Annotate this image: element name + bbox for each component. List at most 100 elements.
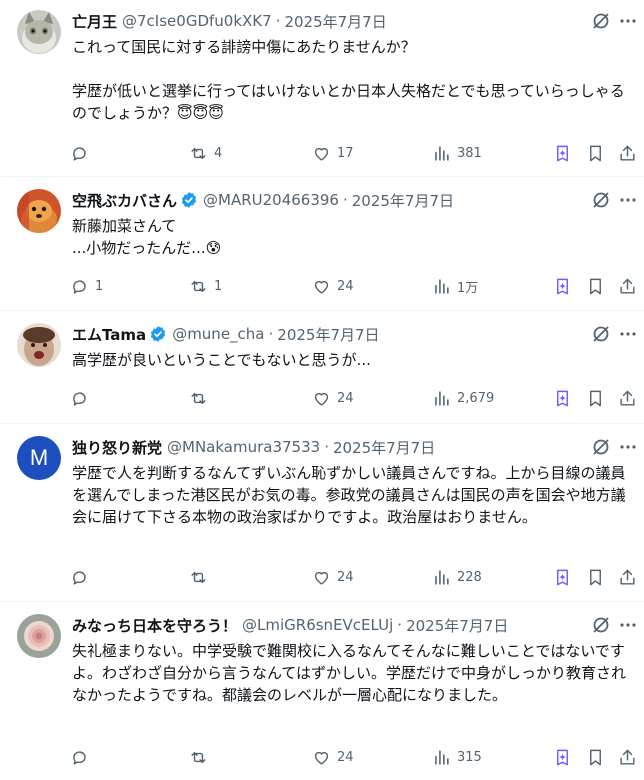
author-name[interactable]: 独り怒り新党 <box>72 437 162 458</box>
reply-button[interactable] <box>70 141 95 165</box>
like-button[interactable]: 24 <box>312 565 354 589</box>
grok-explain-button[interactable] <box>553 565 572 589</box>
post-date[interactable]: 2025年7月7日 <box>352 190 454 211</box>
separator-dot: · <box>275 12 281 30</box>
repost-icon <box>191 571 206 583</box>
post-date[interactable]: 2025年7月7日 <box>333 437 435 458</box>
bookmark-button[interactable] <box>586 141 605 165</box>
grok-explain-button[interactable] <box>553 745 572 769</box>
share-icon <box>620 390 635 406</box>
heart-icon <box>314 147 329 161</box>
repost-button[interactable] <box>189 745 214 769</box>
author-name[interactable]: 空飛ぶカバさん <box>72 190 177 211</box>
author-handle[interactable]: @mune_cha <box>172 325 264 343</box>
views-button[interactable]: 228 <box>432 565 482 589</box>
dog-avatar[interactable] <box>17 189 61 233</box>
letter-avatar[interactable]: M <box>17 436 61 480</box>
views-button[interactable]: 315 <box>432 745 482 769</box>
post-header: 空飛ぶカバさん @MARU20466396 · 2025年7月7日 <box>72 189 584 211</box>
like-button[interactable]: 24 <box>312 745 354 769</box>
share-button[interactable] <box>618 386 637 410</box>
post-text: これって国民に対する誹謗中傷にあたりませんか？ 学歴が低いと選挙に行ってはいけな… <box>72 38 625 122</box>
like-button[interactable]: 24 <box>312 386 354 410</box>
author-name[interactable]: みなっち日本を守ろう！ <box>72 615 237 636</box>
post[interactable]: みなっち日本を守ろう！ @LmiGR6snEVcELUj · 2025年7月7日… <box>0 602 644 780</box>
share-button[interactable] <box>618 274 637 298</box>
verified-badge-icon[interactable] <box>180 191 198 209</box>
share-icon <box>620 749 635 765</box>
reply-button[interactable] <box>70 386 95 410</box>
post[interactable]: M 独り怒り新党 @MNakamura37533 · 2025年7月7日 学歴で… <box>0 424 644 602</box>
reply-icon <box>73 391 86 406</box>
author-handle[interactable]: @MARU20466396 <box>203 191 339 209</box>
share-button[interactable] <box>618 745 637 769</box>
heart-icon <box>314 392 329 406</box>
view-count: 228 <box>457 569 482 585</box>
grok-icon[interactable] <box>591 615 611 635</box>
post-date[interactable]: 2025年7月7日 <box>284 11 386 32</box>
more-options-icon[interactable] <box>618 437 638 457</box>
reply-button[interactable] <box>70 565 95 589</box>
grok-explain-icon <box>557 278 568 294</box>
post-date[interactable]: 2025年7月7日 <box>406 615 508 636</box>
post[interactable]: 空飛ぶカバさん @MARU20466396 · 2025年7月7日 新藤加菜さん… <box>0 177 644 311</box>
separator-dot: · <box>342 191 348 209</box>
bookmark-icon <box>590 390 601 406</box>
bookmark-button[interactable] <box>586 274 605 298</box>
bookmark-button[interactable] <box>586 565 605 589</box>
repost-button[interactable] <box>189 565 214 589</box>
cat-avatar[interactable] <box>17 10 61 54</box>
more-options-icon[interactable] <box>618 190 638 210</box>
reply-icon <box>73 146 86 161</box>
author-handle[interactable]: @LmiGR6snEVcELUj <box>242 616 393 634</box>
face-avatar[interactable] <box>17 323 61 367</box>
like-button[interactable]: 24 <box>312 274 354 298</box>
views-button[interactable]: 1万 <box>432 274 478 298</box>
like-count: 24 <box>337 569 354 585</box>
author-name[interactable]: エムTama <box>72 324 146 345</box>
grok-explain-button[interactable] <box>553 141 572 165</box>
grok-icon[interactable] <box>591 324 611 344</box>
action-bar: 24 315 <box>70 745 644 769</box>
post-text: 学歴で人を判断するなんてずいぶん恥ずかしい議員さんですね。上から目線の議員を選ん… <box>72 464 626 526</box>
view-count: 381 <box>457 145 482 161</box>
bookmark-icon <box>590 569 601 585</box>
post[interactable]: 亡月王 @7cIse0GDfu0kXK7 · 2025年7月7日 これって国民に… <box>0 0 644 177</box>
bookmark-button[interactable] <box>586 386 605 410</box>
post[interactable]: エムTama @mune_cha · 2025年7月7日 高学歴が良いということ… <box>0 311 644 424</box>
repost-button[interactable]: 1 <box>189 274 222 298</box>
more-options-icon[interactable] <box>618 11 638 31</box>
grok-icon[interactable] <box>591 190 611 210</box>
more-options-icon[interactable] <box>618 324 638 344</box>
reply-button[interactable] <box>70 745 95 769</box>
repost-icon <box>191 280 206 292</box>
grok-icon[interactable] <box>591 437 611 457</box>
author-name[interactable]: 亡月王 <box>72 11 117 32</box>
share-button[interactable] <box>618 141 637 165</box>
like-count: 24 <box>337 278 354 294</box>
grok-explain-button[interactable] <box>553 386 572 410</box>
repost-button[interactable]: 4 <box>189 141 222 165</box>
reply-feed: 亡月王 @7cIse0GDfu0kXK7 · 2025年7月7日 これって国民に… <box>0 0 644 780</box>
author-handle[interactable]: @MNakamura37533 <box>167 438 320 456</box>
grok-explain-button[interactable] <box>553 274 572 298</box>
post-date[interactable]: 2025年7月7日 <box>277 324 379 345</box>
heart-icon <box>314 751 329 765</box>
bookmark-button[interactable] <box>586 745 605 769</box>
share-button[interactable] <box>618 565 637 589</box>
author-handle[interactable]: @7cIse0GDfu0kXK7 <box>122 12 272 30</box>
grok-icon[interactable] <box>591 11 611 31</box>
more-options-icon[interactable] <box>618 615 638 635</box>
rose-avatar[interactable] <box>17 614 61 658</box>
views-button[interactable]: 2,679 <box>432 386 494 410</box>
verified-badge-icon[interactable] <box>149 325 167 343</box>
heart-icon <box>314 280 329 294</box>
views-button[interactable]: 381 <box>432 141 482 165</box>
separator-dot: · <box>397 616 403 634</box>
repost-button[interactable] <box>189 386 214 410</box>
views-chart-icon <box>435 145 449 161</box>
reply-button[interactable]: 1 <box>70 274 103 298</box>
repost-icon <box>191 751 206 763</box>
like-button[interactable]: 17 <box>312 141 354 165</box>
reply-icon <box>73 279 86 294</box>
